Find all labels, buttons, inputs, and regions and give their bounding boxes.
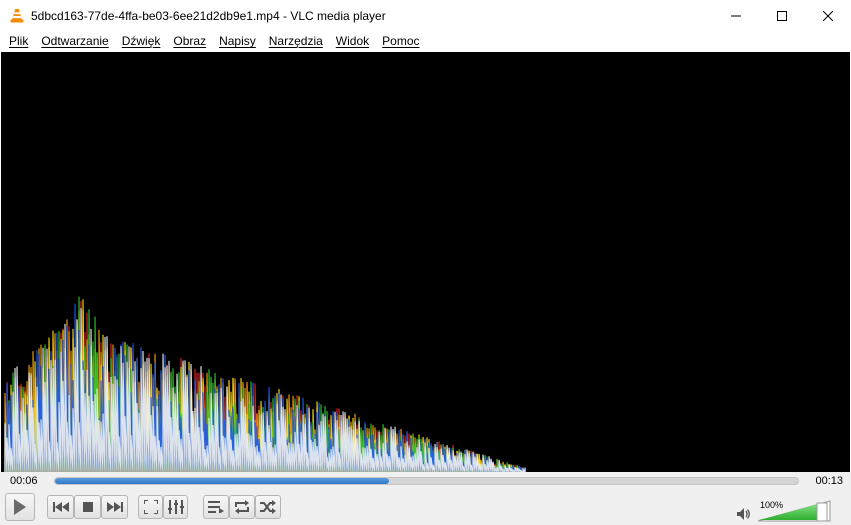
next-button[interactable] — [101, 495, 128, 519]
control-bar: 100% — [0, 491, 851, 525]
next-icon — [106, 502, 123, 512]
menu-obraz[interactable]: Obraz — [167, 31, 213, 52]
seek-row: 00:06 00:13 — [0, 472, 851, 491]
volume-handle[interactable] — [816, 502, 828, 522]
spectrum-visualization — [4, 296, 526, 472]
speaker-icon[interactable] — [737, 508, 751, 520]
shuffle-button[interactable] — [255, 495, 281, 519]
volume-slider[interactable] — [757, 500, 831, 522]
playlist-icon — [208, 501, 224, 513]
fullscreen-button[interactable] — [138, 495, 163, 519]
previous-button[interactable] — [47, 495, 74, 519]
stop-icon — [82, 502, 93, 512]
seek-progress — [55, 478, 390, 484]
menu-narzedzia[interactable]: Narzędzia — [263, 31, 330, 52]
menu-napisy[interactable]: Napisy — [213, 31, 263, 52]
window-title: 5dbcd163-77de-4ffa-be03-6ee21d2db9e1.mp4… — [31, 8, 386, 23]
video-area[interactable] — [1, 52, 850, 472]
equalizer-icon — [167, 500, 184, 514]
menu-pomoc[interactable]: Pomoc — [376, 31, 426, 52]
close-button[interactable] — [805, 0, 851, 31]
current-time: 00:06 — [10, 475, 38, 487]
shuffle-icon — [260, 500, 276, 514]
menu-widok[interactable]: Widok — [330, 31, 376, 52]
vlc-cone-icon — [9, 8, 25, 24]
extended-settings-button[interactable] — [163, 495, 188, 519]
minimize-button[interactable] — [713, 0, 759, 31]
menu-odtwarzanie[interactable]: Odtwarzanie — [35, 31, 115, 52]
menu-bar: Plik Odtwarzanie Dźwięk Obraz Napisy Nar… — [0, 31, 851, 52]
fullscreen-icon — [143, 500, 158, 514]
menu-dzwiek[interactable]: Dźwięk — [116, 31, 168, 52]
play-button[interactable] — [5, 493, 35, 521]
play-icon — [14, 499, 26, 515]
total-time: 00:13 — [815, 475, 843, 487]
seek-bar[interactable] — [54, 477, 799, 485]
playlist-button[interactable] — [203, 495, 229, 519]
stop-button[interactable] — [74, 495, 101, 519]
close-icon — [823, 10, 833, 21]
menu-plik[interactable]: Plik — [3, 31, 35, 52]
maximize-button[interactable] — [759, 0, 805, 31]
title-bar[interactable]: 5dbcd163-77de-4ffa-be03-6ee21d2db9e1.mp4… — [0, 0, 851, 31]
loop-button[interactable] — [229, 495, 255, 519]
previous-icon — [52, 502, 69, 512]
maximize-icon — [777, 10, 787, 21]
window-controls — [713, 0, 851, 31]
minimize-icon — [731, 15, 741, 16]
loop-icon — [235, 500, 249, 514]
